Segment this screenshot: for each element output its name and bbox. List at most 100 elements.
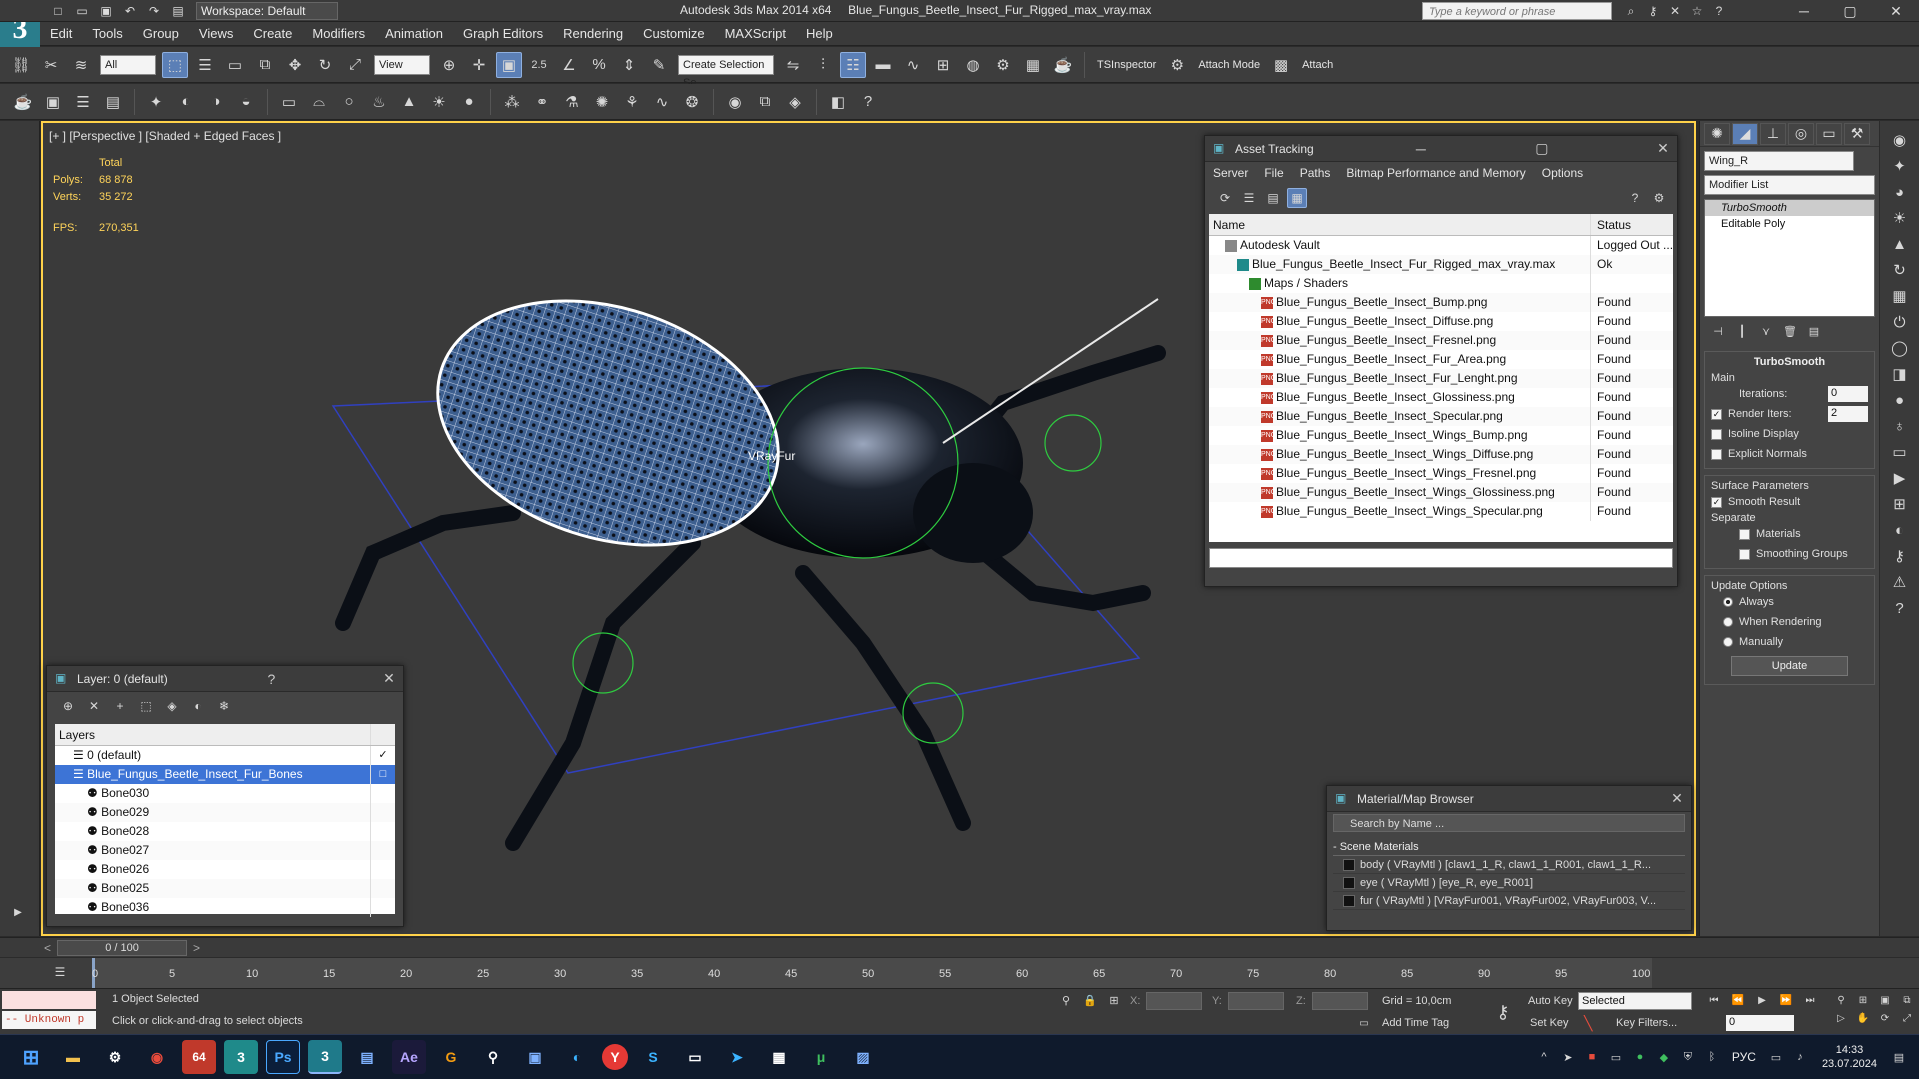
edit-named-selection-icon[interactable]: ✎ bbox=[646, 52, 672, 78]
tray-nvidia-icon[interactable]: ◆ bbox=[1654, 1047, 1674, 1067]
render-icon[interactable]: ☕ bbox=[1050, 52, 1076, 78]
material-search-input[interactable]: Search by Name ... bbox=[1333, 814, 1685, 832]
volume-icon[interactable]: ♪ bbox=[1790, 1047, 1810, 1067]
zoom-icon[interactable]: ⚲ bbox=[1832, 991, 1850, 1009]
vray-list-icon[interactable]: ☰ bbox=[70, 89, 96, 115]
move-icon[interactable]: ✥ bbox=[282, 52, 308, 78]
vray-light-select-icon[interactable]: ✦ bbox=[1887, 153, 1913, 179]
menu-views[interactable]: Views bbox=[189, 22, 243, 46]
layer-titlebar[interactable]: ▣ Layer: 0 (default) ? ✕ bbox=[47, 666, 403, 692]
orbit-icon[interactable]: ⟳ bbox=[1876, 1009, 1894, 1027]
isoline-checkbox[interactable] bbox=[1711, 428, 1722, 440]
connect-icon[interactable]: ✕ bbox=[1666, 2, 1684, 20]
new-layer-icon[interactable]: ⊕ bbox=[57, 695, 79, 717]
close-icon[interactable]: ✕ bbox=[1873, 3, 1919, 20]
tray-send-icon[interactable]: ➤ bbox=[1558, 1047, 1578, 1067]
layer-hide-icon[interactable] bbox=[371, 898, 395, 917]
explicit-normals-checkbox[interactable] bbox=[1711, 448, 1722, 460]
pin-stack-icon[interactable]: ⊣ bbox=[1708, 322, 1728, 340]
layer-hide-icon[interactable]: □ bbox=[371, 765, 395, 784]
yandex-icon[interactable]: Y bbox=[602, 1044, 628, 1070]
layer-hide-icon[interactable] bbox=[371, 784, 395, 803]
after-effects-icon[interactable]: Ae bbox=[392, 1040, 426, 1074]
network-icon[interactable]: ▭ bbox=[1766, 1047, 1786, 1067]
vray-sun-icon[interactable]: ◑ bbox=[203, 89, 229, 115]
current-frame-field[interactable]: 0 bbox=[1726, 1015, 1794, 1031]
z-field[interactable] bbox=[1312, 992, 1368, 1010]
table-view-icon[interactable]: ▦ bbox=[1287, 188, 1307, 208]
render-region-icon[interactable]: ▭ bbox=[1887, 439, 1913, 465]
app-64-icon[interactable]: 64 bbox=[182, 1040, 216, 1074]
help-icon[interactable]: ? bbox=[1625, 188, 1645, 208]
utorrent-icon[interactable]: μ bbox=[804, 1040, 838, 1074]
plane-icon[interactable]: ▭ bbox=[276, 89, 302, 115]
ribbon-icon[interactable]: ▬ bbox=[870, 52, 896, 78]
warning-icon[interactable]: ⚠ bbox=[1887, 569, 1913, 595]
play-icon[interactable]: ▶ bbox=[8, 903, 28, 921]
always-radio[interactable] bbox=[1723, 597, 1733, 607]
menu-tools[interactable]: Tools bbox=[82, 22, 132, 46]
layer-hide-icon[interactable] bbox=[371, 879, 395, 898]
bind-space-warp-icon[interactable]: ≋ bbox=[68, 52, 94, 78]
table-row[interactable]: Autodesk Vault Logged Out ... bbox=[1209, 236, 1673, 255]
render-iters-spinner[interactable]: 2 bbox=[1828, 406, 1868, 422]
make-unique-icon[interactable]: ⋎ bbox=[1756, 322, 1776, 340]
tray-green-icon[interactable]: ● bbox=[1630, 1047, 1650, 1067]
plant-icon[interactable]: ⚘ bbox=[619, 89, 645, 115]
when-rendering-radio[interactable] bbox=[1723, 617, 1733, 627]
scale-icon[interactable]: ⤢ bbox=[342, 52, 368, 78]
menu-server[interactable]: Server bbox=[1213, 166, 1248, 180]
iterations-spinner[interactable]: 0 bbox=[1828, 386, 1868, 402]
undo-icon[interactable]: ↶ bbox=[121, 2, 139, 20]
power-icon[interactable]: ⏻ bbox=[1887, 309, 1913, 335]
angle-snap-icon[interactable]: ∠ bbox=[556, 52, 582, 78]
notifications-icon[interactable]: ▤ bbox=[1889, 1047, 1909, 1067]
table-row[interactable]: PNGBlue_Fungus_Beetle_Insect_Fur_Lenght.… bbox=[1209, 369, 1673, 388]
vray-physical-camera-icon[interactable]: ◐ bbox=[173, 89, 199, 115]
unlink-icon[interactable]: ✂ bbox=[38, 52, 64, 78]
utilities-tab-icon[interactable]: ⚒ bbox=[1844, 122, 1870, 145]
layer-hide-icon[interactable] bbox=[371, 822, 395, 841]
menu-modifiers[interactable]: Modifiers bbox=[302, 22, 375, 46]
bulb-icon[interactable]: ◕ bbox=[1887, 179, 1913, 205]
display-tab-icon[interactable]: ▭ bbox=[1816, 122, 1842, 145]
open-file-icon[interactable]: ▭ bbox=[73, 2, 91, 20]
schematic-view-icon[interactable]: ⊞ bbox=[930, 52, 956, 78]
menu-create[interactable]: Create bbox=[243, 22, 302, 46]
fov-icon[interactable]: ▷ bbox=[1832, 1009, 1850, 1027]
redo-icon[interactable]: ↷ bbox=[145, 2, 163, 20]
keyboard-shortcut-override-icon[interactable]: ▣ bbox=[496, 51, 522, 78]
zoom-extents-icon[interactable]: ▣ bbox=[1876, 991, 1894, 1009]
search-app-icon[interactable]: ⚲ bbox=[476, 1040, 510, 1074]
sun-icon[interactable]: ☀ bbox=[426, 89, 452, 115]
fur-ball-icon[interactable]: ❂ bbox=[679, 89, 705, 115]
maximize-icon[interactable]: ▢ bbox=[1827, 3, 1873, 20]
layer-row[interactable]: ⚉ Bone027 bbox=[55, 841, 395, 860]
cone-icon[interactable]: ▲ bbox=[396, 89, 422, 115]
update-button[interactable]: Update bbox=[1731, 656, 1848, 676]
table-row[interactable]: PNGBlue_Fungus_Beetle_Insect_Bump.png Fou… bbox=[1209, 293, 1673, 312]
save-icon[interactable]: ▣ bbox=[97, 2, 115, 20]
absolute-mode-icon[interactable]: ⊞ bbox=[1104, 991, 1124, 1009]
set-key-icon[interactable]: ╲ bbox=[1584, 1015, 1592, 1032]
material-sphere-icon[interactable]: ◉ bbox=[722, 89, 748, 115]
window-crossing-icon[interactable]: ⧉ bbox=[252, 52, 278, 78]
material-id-icon[interactable]: ◈ bbox=[782, 89, 808, 115]
layer-row[interactable]: ⚉ Bone036 bbox=[55, 898, 395, 917]
motion-tab-icon[interactable]: ◎ bbox=[1788, 122, 1814, 145]
layer-hide-icon[interactable] bbox=[371, 841, 395, 860]
isolate-icon[interactable]: ⚲ bbox=[1056, 991, 1076, 1009]
table-row[interactable]: PNGBlue_Fungus_Beetle_Insect_Wings_Fresn… bbox=[1209, 464, 1673, 483]
g-app-icon[interactable]: G bbox=[434, 1040, 468, 1074]
freeze-all-icon[interactable]: ❄ bbox=[213, 695, 235, 717]
key-light-icon[interactable]: ⚷ bbox=[1887, 543, 1913, 569]
selection-filter-dropdown[interactable]: All bbox=[100, 54, 156, 75]
table-row[interactable]: PNGBlue_Fungus_Beetle_Insect_Wings_Diffu… bbox=[1209, 445, 1673, 464]
add-time-tag[interactable]: Add Time Tag bbox=[1382, 1017, 1449, 1029]
layer-row[interactable]: ⚉ Bone029 bbox=[55, 803, 395, 822]
key-icon[interactable]: ⚷ bbox=[1644, 2, 1662, 20]
frame-buffer-icon[interactable]: ▣ bbox=[40, 89, 66, 115]
select-in-layer-icon[interactable]: ⬚ bbox=[135, 695, 157, 717]
binoculars-icon[interactable]: ⌕ bbox=[1622, 2, 1640, 20]
select-by-name-icon[interactable]: ☰ bbox=[192, 52, 218, 78]
